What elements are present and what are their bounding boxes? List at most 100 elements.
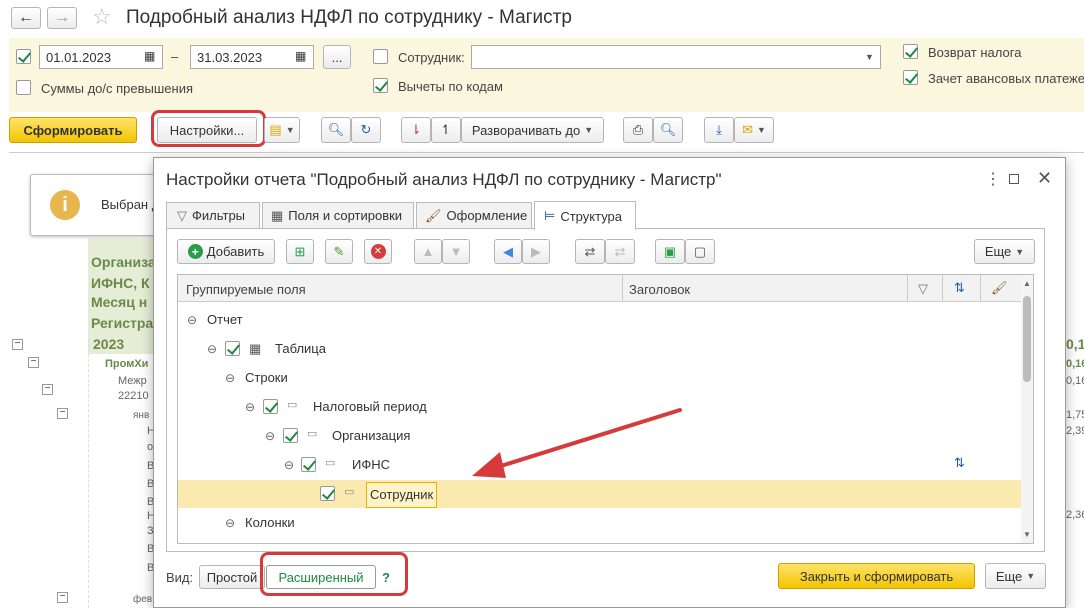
tree-node-rows[interactable]: Строки [245,370,288,385]
search-button[interactable]: 🔍︎ [321,117,351,143]
tab-appearance[interactable]: 🖌︎ Оформление [416,202,532,228]
collapse-icon[interactable]: ⊖ [265,429,275,443]
tab-fields[interactable]: ▦ Поля и сортировки [262,202,414,228]
tree-node-report[interactable]: Отчет [207,312,243,327]
scrollbar-up-arrow[interactable]: ▲ [1023,279,1031,288]
deductions-codes-checkbox[interactable] [373,78,388,93]
expand-to-button[interactable]: Разворачивать до ▼ [461,117,604,143]
period-checkbox[interactable] [16,49,31,64]
save-button[interactable]: ⤓ [704,117,734,143]
maximize-icon[interactable] [1009,174,1019,184]
collapse-icon[interactable]: ⊖ [225,516,235,530]
sort-icon: ⇅ [954,455,965,470]
column-divider [907,275,908,302]
tab-structure[interactable]: ⊨ Структура [534,201,636,230]
close-icon[interactable]: ✕ [1037,168,1052,189]
footer-more-button[interactable]: Еще ▼ [985,563,1046,589]
delete-button[interactable]: ✕ [364,239,392,264]
settings-highlight [151,110,266,147]
star-icon[interactable]: ☆ [92,4,112,30]
uncheck-all-button[interactable]: ▢ [685,239,715,264]
tax-refund-checkbox[interactable] [903,44,918,59]
email-button[interactable]: ✉ ▼ [734,117,774,143]
tree-node-employee[interactable]: Сотрудник [366,482,438,508]
envelope-icon: ✉ [742,122,753,137]
collapse-icon[interactable]: ⊖ [187,313,197,327]
move-up-button[interactable]: ▲ [414,239,442,264]
move-down-button[interactable]: ▼ [442,239,470,264]
search-next-button[interactable]: ↻ [351,117,381,143]
sort-icon: ⇅ [954,280,965,295]
chevron-down-icon[interactable]: ▼ [865,52,874,62]
collapse-icon[interactable]: − [57,408,68,419]
print-button[interactable]: ⎙ [623,117,653,143]
year-label: 2023 [93,336,125,352]
column-header: Заголовок [629,282,691,297]
view-simple-button[interactable]: Простой [199,565,265,589]
brush-icon: 🖌︎ [991,280,1008,295]
variant-button[interactable]: ▤ ▼ [264,117,300,143]
add-button[interactable]: + Добавить [177,239,275,264]
report-row-label: Межр [118,375,147,387]
report-row-label: фев [133,594,153,605]
group-button[interactable]: ⇄ [575,239,605,264]
delete-icon: ✕ [370,244,386,259]
tree-checkbox[interactable] [225,341,240,356]
ungroup-button[interactable]: ⇄ [605,239,635,264]
edit-button[interactable]: ✎ [325,239,353,264]
scrollbar-thumb[interactable] [1023,296,1031,382]
header-row: ИФНС, К [91,275,150,291]
more-button[interactable]: Еще ▼ [974,239,1035,264]
tree-node-table[interactable]: Таблица [275,341,326,356]
employee-field[interactable] [471,45,881,69]
collapse-icon[interactable]: − [28,357,39,368]
view-label: Вид: [166,570,194,585]
info-icon: i [50,190,80,220]
move-right-button[interactable]: ▶ [522,239,550,264]
collapse-icon[interactable]: ⊖ [225,371,235,385]
tree-checkbox[interactable] [283,428,298,443]
collapse-icon[interactable]: ⊖ [284,458,294,472]
period-select-button[interactable]: ... [323,45,351,69]
tab-label: Фильтры [192,208,246,223]
advance-offset-checkbox[interactable] [903,70,918,85]
calendar-icon[interactable]: ▦ [295,49,306,63]
report-row-label: ПромХи [105,358,149,370]
collapse-icon[interactable]: − [42,384,53,395]
tree-checkbox[interactable] [320,486,335,501]
help-link[interactable]: ? [382,570,390,585]
tax-refund-label: Возврат налога [928,45,1022,60]
kebab-menu-icon[interactable]: ⋮ [985,169,1001,189]
sort-asc-button[interactable]: ↿ [431,117,461,143]
tab-filters[interactable]: ▽ Фильтры [166,202,260,228]
close-generate-button[interactable]: Закрыть и сформировать [778,563,975,589]
generate-button[interactable]: Сформировать [9,117,137,143]
check-all-button[interactable]: ▣ [655,239,685,264]
sums-before-checkbox[interactable] [16,80,31,95]
tree-node-organization[interactable]: Организация [332,428,410,443]
fields-icon: ▦ [271,207,284,223]
collapse-icon[interactable]: − [57,592,68,603]
employee-checkbox[interactable] [373,49,388,64]
tree-checkbox[interactable] [263,399,278,414]
tree-node-columns[interactable]: Колонки [245,515,295,530]
collapse-icon[interactable]: − [12,339,23,350]
scrollbar-down-arrow[interactable]: ▼ [1023,530,1031,539]
back-button[interactable]: ← [11,7,41,29]
collapse-icon[interactable]: ⊖ [245,400,255,414]
collapse-icon[interactable]: ⊖ [207,342,217,356]
tree-node-tax-period[interactable]: Налоговый период [313,399,427,414]
window-title: Подробный анализ НДФЛ по сотруднику - Ма… [126,7,572,28]
add-group-button[interactable]: ⊞ [286,239,314,264]
tree-node-ifns[interactable]: ИФНС [352,457,390,472]
forward-button[interactable]: → [47,7,77,29]
header-row: Регистра [91,315,154,331]
filter-icon: ▽ [177,207,187,223]
right-value: 0,16 [1066,375,1084,387]
sort-desc-button[interactable]: ⇂ [401,117,431,143]
structure-icon: ⊨ [544,208,556,223]
tree-checkbox[interactable] [301,457,316,472]
preview-button[interactable]: 🔍︎ [653,117,683,143]
calendar-icon[interactable]: ▦ [144,49,155,63]
move-left-button[interactable]: ◀ [494,239,522,264]
